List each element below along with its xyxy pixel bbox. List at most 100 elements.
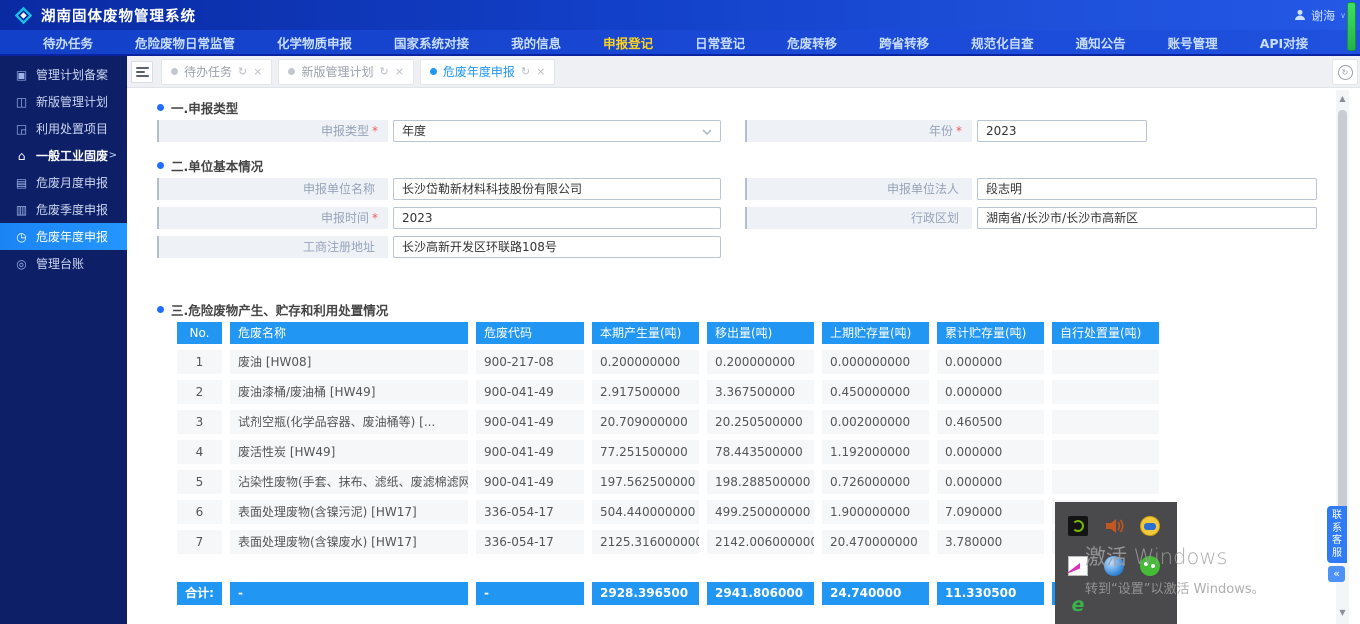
cell-r4-0: 5 [177, 470, 222, 494]
tab-refresh-icon[interactable]: ↻ [379, 65, 388, 78]
nav-item-8[interactable]: 跨省转移 [858, 33, 950, 52]
nvidia-tray-icon[interactable] [1068, 516, 1088, 536]
nav-item-10[interactable]: 通知公告 [1055, 33, 1147, 52]
cell-r3-4: 78.443500000 [707, 440, 814, 464]
tab-close-icon[interactable]: × [253, 65, 262, 78]
table-row: 5沾染性废物(手套、抹布、滤纸、废滤棉滤网...900-041-49197.56… [177, 470, 1336, 494]
ie-tray-icon[interactable]: e [1068, 596, 1088, 616]
calendar-month-icon: ▤ [13, 176, 30, 190]
collapse-button[interactable]: « [1328, 566, 1345, 582]
cell-r5-0: 6 [177, 500, 222, 524]
cell-r1-5: 0.450000000 [822, 380, 929, 404]
nav-item-12[interactable]: API对接 [1239, 33, 1330, 52]
sidebar-item-4[interactable]: ▤危废月度申报 [0, 169, 127, 196]
tab-refresh-icon[interactable]: ↻ [521, 65, 530, 78]
nav-item-7[interactable]: 危废转移 [766, 33, 858, 52]
legal-person-input[interactable]: 段志明 [977, 178, 1317, 200]
nav-item-3[interactable]: 国家系统对接 [373, 33, 490, 52]
table-row: 2废油漆桶/废油桶 [HW49]900-041-492.9175000003.3… [177, 380, 1336, 404]
sidebar-item-7[interactable]: ◎ 管理台账 [0, 250, 127, 277]
sidebar-item-label: 危废年度申报 [36, 228, 108, 245]
year-input[interactable]: 2023 [977, 120, 1147, 142]
tab-0[interactable]: 待办任务↻× [161, 59, 272, 85]
browser-tray-icon[interactable] [1104, 556, 1124, 576]
tab-1[interactable]: 新版管理计划↻× [278, 59, 413, 85]
sidebar-item-0[interactable]: ▣管理计划备案 [0, 61, 127, 88]
sidebar-item-5[interactable]: ▥危废季度申报 [0, 196, 127, 223]
wechat-tray-icon[interactable] [1140, 556, 1160, 576]
nav-item-2[interactable]: 化学物质申报 [256, 33, 373, 52]
nav-item-9[interactable]: 规范化自查 [950, 33, 1055, 52]
tab-refresh-icon[interactable]: ↻ [238, 65, 247, 78]
nav-item-6[interactable]: 日常登记 [674, 33, 766, 52]
address-input[interactable]: 长沙高新开发区环联路108号 [393, 236, 721, 258]
building-icon: ◫ [13, 95, 30, 109]
cell-r1-3: 2.917500000 [592, 380, 699, 404]
declare-time-input[interactable]: 2023 [393, 207, 721, 229]
sidebar-item-6[interactable]: ◷危废年度申报 [0, 223, 127, 250]
declare-type-select[interactable]: 年度 [393, 120, 721, 142]
tab-close-icon[interactable]: × [536, 65, 545, 78]
cell-r0-4: 0.200000000 [707, 350, 814, 374]
monitor-icon: ▣ [13, 68, 30, 82]
tab-2[interactable]: 危废年度申报↻× [420, 59, 555, 85]
scroll-down-icon[interactable]: ▼ [1336, 606, 1349, 620]
header-cell-6: 累计贮存量(吨) [937, 322, 1044, 344]
volume-tray-icon[interactable] [1104, 516, 1124, 536]
nav-item-0[interactable]: 待办任务 [22, 33, 114, 52]
game-tray-icon[interactable] [1140, 516, 1160, 536]
cell-r0-5: 0.000000000 [822, 350, 929, 374]
user-menu[interactable]: 谢海 ∨ [1294, 7, 1346, 24]
sidebar-item-1[interactable]: ◫新版管理计划 [0, 88, 127, 115]
nav-item-1[interactable]: 危险废物日常监管 [114, 33, 256, 52]
chevron-right-icon: > [109, 150, 117, 161]
cell-r3-1: 废活性炭 [HW49] [230, 440, 468, 464]
cell-r2-4: 20.250500000 [707, 410, 814, 434]
header-cell-7: 自行处置量(吨) [1052, 322, 1159, 344]
nav-item-4[interactable]: 我的信息 [490, 33, 582, 52]
tools-icon: ◲ [13, 122, 30, 136]
cell-r6-3: 2125.316000000 [592, 530, 699, 554]
tab-dot-icon [171, 68, 178, 75]
chevron-down-icon [702, 129, 712, 135]
sidebar-item-2[interactable]: ◲ 利用处置项目 [0, 115, 127, 142]
header-cell-5: 上期贮存量(吨) [822, 322, 929, 344]
sidebar-item-3[interactable]: ⌂一般工业固废> [0, 142, 127, 169]
cell-r5-5: 1.900000000 [822, 500, 929, 524]
section-title-unit-info: 二.单位基本情况 [157, 156, 1336, 174]
unit-name-label: 申报单位名称 [157, 178, 388, 200]
declare-type-label: 申报类型* [157, 120, 388, 142]
nav-item-11[interactable]: 账号管理 [1147, 33, 1239, 52]
district-input[interactable]: 湖南省/长沙市/长沙市高新区 [977, 207, 1317, 229]
form-row-3: 申报时间* 2023 行政区划 湖南省/长沙市/长沙市高新区 [157, 207, 1336, 229]
scroll-up-icon[interactable]: ▲ [1336, 92, 1349, 106]
green-edge-strip [1347, 2, 1356, 51]
cell-r6-0: 7 [177, 530, 222, 554]
table-row: 4废活性炭 [HW49]900-041-4977.25150000078.443… [177, 440, 1336, 464]
ledger-icon: ◎ [13, 257, 30, 271]
cell-r5-2: 336-054-17 [476, 500, 584, 524]
header-cell-3: 本期产生量(吨) [592, 322, 699, 344]
scrollbar-thumb[interactable] [1338, 110, 1347, 562]
tab-dot-icon [430, 68, 437, 75]
app-title: 湖南固体废物管理系统 [41, 5, 196, 26]
header-cell-0: No. [177, 322, 222, 344]
document-tray-icon[interactable] [1068, 556, 1088, 576]
sidebar-item-label: 利用处置项目 [36, 120, 108, 137]
cell-r1-6: 0.000000 [937, 380, 1044, 404]
address-label: 工商注册地址 [157, 236, 388, 258]
total-cell-6: 11.330500 [937, 582, 1044, 605]
cell-r3-5: 1.192000000 [822, 440, 929, 464]
cell-r4-7 [1052, 470, 1159, 494]
page-refresh-button[interactable]: ↻ [1332, 59, 1358, 85]
open-tabs: 待办任务↻×新版管理计划↻×危废年度申报↻× [161, 59, 561, 85]
sidebar-item-label: 管理台账 [36, 255, 84, 272]
tab-bar: 待办任务↻×新版管理计划↻×危废年度申报↻× [127, 56, 1360, 88]
sidebar-collapse-button[interactable] [131, 61, 153, 83]
tab-close-icon[interactable]: × [395, 65, 404, 78]
nav-item-5[interactable]: 申报登记 [582, 33, 674, 52]
district-label: 行政区划 [745, 207, 972, 229]
contact-support-tab[interactable]: 联系客服 [1327, 506, 1347, 563]
unit-name-input[interactable]: 长沙岱勒新材料科技股份有限公司 [393, 178, 721, 200]
app-logo-icon [14, 6, 33, 25]
